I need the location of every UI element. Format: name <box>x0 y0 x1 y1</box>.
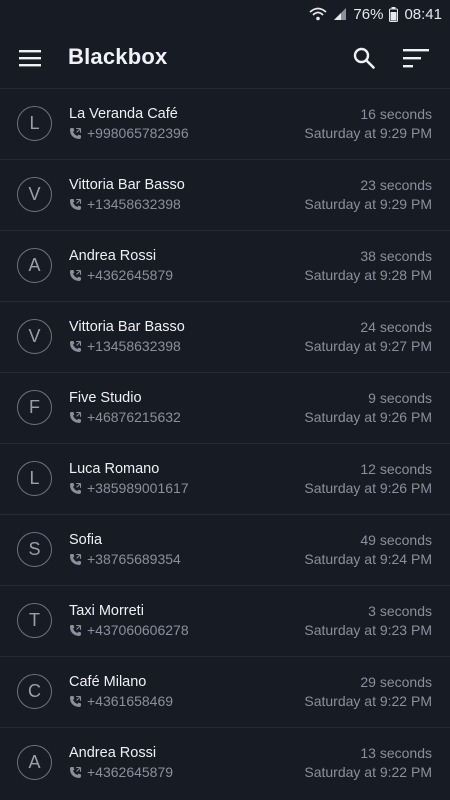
call-log-item[interactable]: L La Veranda Café +998065782396 16 secon… <box>0 88 450 159</box>
call-duration: 24 seconds <box>360 319 432 335</box>
contact-avatar: A <box>17 248 52 283</box>
phone-number-text: +4361658469 <box>87 693 174 709</box>
contact-name: Andrea Rossi <box>69 248 157 264</box>
call-duration: 3 seconds <box>368 603 432 619</box>
phone-number: +4361658469 <box>69 693 173 709</box>
call-duration: 16 seconds <box>360 106 432 122</box>
sort-icon <box>403 49 429 68</box>
phone-call-icon <box>70 624 82 636</box>
call-datetime: Saturday at 9:27 PM <box>304 338 432 354</box>
call-duration: 12 seconds <box>360 461 432 477</box>
search-icon <box>353 47 375 69</box>
call-log-item[interactable]: V Vittoria Bar Basso +13458632398 24 sec… <box>0 301 450 372</box>
phone-call-icon <box>70 340 82 352</box>
phone-number: +4362645879 <box>69 267 173 283</box>
contact-name: Andrea Rossi <box>69 745 157 761</box>
phone-call-icon <box>70 269 82 281</box>
contact-name: Luca Romano <box>69 461 160 477</box>
contact-avatar: C <box>17 674 52 709</box>
phone-number: +437060606278 <box>69 622 189 638</box>
phone-call-icon <box>70 411 82 423</box>
phone-number: +38765689354 <box>69 551 181 567</box>
call-datetime: Saturday at 9:29 PM <box>304 196 432 212</box>
call-log-item[interactable]: A Andrea Rossi +4362645879 13 seconds Sa… <box>0 727 450 798</box>
contact-name: Vittoria Bar Basso <box>69 319 185 335</box>
contact-name: Café Milano <box>69 674 147 690</box>
phone-call-icon <box>70 553 82 565</box>
contact-avatar: L <box>17 106 52 141</box>
contact-avatar: A <box>17 745 52 780</box>
search-button[interactable] <box>350 44 378 72</box>
phone-number: +998065782396 <box>69 125 189 141</box>
phone-call-icon <box>70 198 82 210</box>
app-title: Blackbox <box>68 44 168 69</box>
phone-number: +385989001617 <box>69 480 189 496</box>
call-log-item[interactable]: F Five Studio +46876215632 9 seconds Sat… <box>0 372 450 443</box>
contact-name: Five Studio <box>69 390 142 406</box>
phone-number-text: +4362645879 <box>87 267 174 283</box>
phone-number-text: +998065782396 <box>87 125 189 141</box>
call-duration: 23 seconds <box>360 177 432 193</box>
call-datetime: Saturday at 9:29 PM <box>304 125 432 141</box>
phone-number-text: +13458632398 <box>87 196 181 212</box>
call-duration: 38 seconds <box>360 248 432 264</box>
phone-call-icon <box>70 127 82 139</box>
sort-button[interactable] <box>400 44 432 72</box>
call-log-item[interactable]: T Taxi Morreti +437060606278 3 seconds S… <box>0 585 450 656</box>
phone-call-icon <box>70 695 82 707</box>
status-bar: 76% 08:41 <box>0 0 450 28</box>
call-log-list: L La Veranda Café +998065782396 16 secon… <box>0 88 450 798</box>
call-datetime: Saturday at 9:28 PM <box>304 267 432 283</box>
phone-number: +46876215632 <box>69 409 181 425</box>
signal-icon <box>333 7 347 21</box>
phone-call-icon <box>70 482 82 494</box>
call-log-item[interactable]: V Vittoria Bar Basso +13458632398 23 sec… <box>0 159 450 230</box>
contact-avatar: T <box>17 603 52 638</box>
call-datetime: Saturday at 9:23 PM <box>304 622 432 638</box>
phone-number-text: +46876215632 <box>87 409 181 425</box>
contact-name: Sofia <box>69 532 103 548</box>
phone-number-text: +385989001617 <box>87 480 189 496</box>
call-datetime: Saturday at 9:24 PM <box>304 551 432 567</box>
phone-number: +13458632398 <box>69 196 181 212</box>
call-datetime: Saturday at 9:22 PM <box>304 764 432 780</box>
hamburger-menu-icon <box>19 50 41 67</box>
wifi-icon <box>309 7 328 21</box>
phone-number-text: +4362645879 <box>87 764 174 780</box>
call-log-item[interactable]: C Café Milano +4361658469 29 seconds Sat… <box>0 656 450 727</box>
contact-avatar: L <box>17 461 52 496</box>
call-log-item[interactable]: S Sofia +38765689354 49 seconds Saturday… <box>0 514 450 585</box>
battery-icon <box>389 6 399 22</box>
contact-avatar: V <box>17 177 52 212</box>
contact-avatar: F <box>17 390 52 425</box>
call-datetime: Saturday at 9:26 PM <box>304 480 432 496</box>
contact-avatar: S <box>17 532 52 567</box>
call-log-item[interactable]: A Andrea Rossi +4362645879 38 seconds Sa… <box>0 230 450 301</box>
phone-call-icon <box>70 766 82 778</box>
call-datetime: Saturday at 9:22 PM <box>304 693 432 709</box>
battery-percent: 76% <box>353 5 384 23</box>
phone-number-text: +38765689354 <box>87 551 181 567</box>
contact-name: Taxi Morreti <box>69 603 144 619</box>
call-duration: 9 seconds <box>368 390 432 406</box>
contact-name: Vittoria Bar Basso <box>69 177 185 193</box>
call-duration: 13 seconds <box>360 745 432 761</box>
app-bar: Blackbox <box>0 28 450 88</box>
phone-number: +13458632398 <box>69 338 181 354</box>
call-datetime: Saturday at 9:26 PM <box>304 409 432 425</box>
phone-number: +4362645879 <box>69 764 173 780</box>
phone-number-text: +437060606278 <box>87 622 189 638</box>
contact-avatar: V <box>17 319 52 354</box>
call-duration: 29 seconds <box>360 674 432 690</box>
clock: 08:41 <box>404 5 442 23</box>
call-log-item[interactable]: L Luca Romano +385989001617 12 seconds S… <box>0 443 450 514</box>
contact-name: La Veranda Café <box>69 106 178 122</box>
menu-button[interactable] <box>16 44 44 72</box>
call-duration: 49 seconds <box>360 532 432 548</box>
phone-number-text: +13458632398 <box>87 338 181 354</box>
